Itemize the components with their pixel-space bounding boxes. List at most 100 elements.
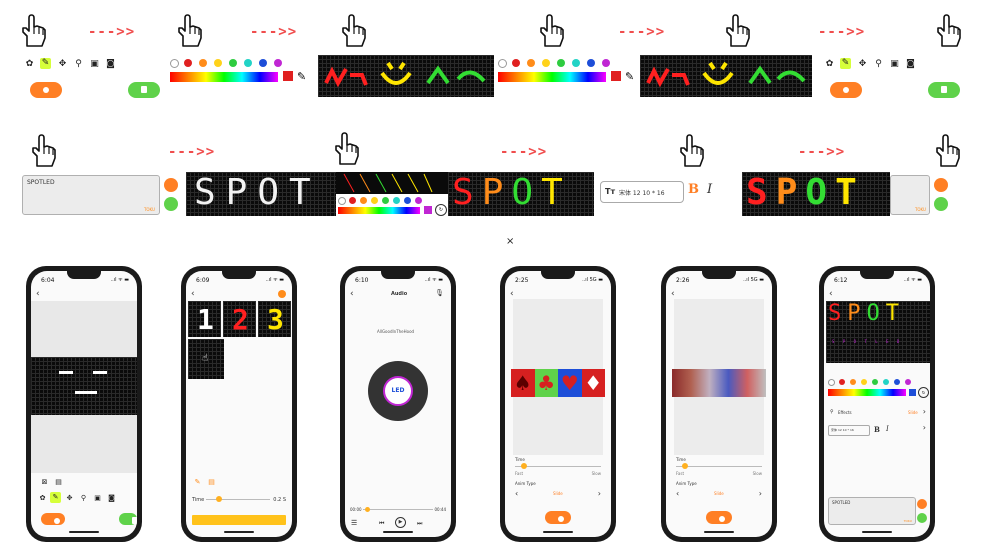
color-swatch[interactable]: [244, 59, 252, 67]
play-icon[interactable]: ▶: [395, 517, 406, 528]
color-swatch[interactable]: [360, 197, 367, 204]
rotate-icon[interactable]: ↻: [435, 204, 447, 216]
color-swatch[interactable]: [905, 379, 911, 385]
eraser-icon[interactable]: ✎: [840, 58, 851, 69]
color-swatch[interactable]: [861, 379, 867, 385]
record-button[interactable]: [164, 178, 178, 192]
color-swatch[interactable]: [557, 59, 565, 67]
back-icon[interactable]: ‹: [36, 289, 40, 299]
next-icon[interactable]: ⏭: [417, 520, 422, 528]
close-icon[interactable]: ×: [506, 236, 514, 247]
chevron-right-icon[interactable]: ›: [923, 423, 926, 432]
color-swatch[interactable]: [338, 197, 346, 205]
save-button[interactable]: [917, 513, 927, 523]
speed-slider[interactable]: [676, 466, 762, 467]
camera-icon[interactable]: ◙: [905, 59, 916, 70]
text-input[interactable]: TOKU: [890, 175, 930, 215]
save-button[interactable]: [928, 82, 960, 98]
color-spectrum-slider[interactable]: [498, 72, 606, 82]
color-swatch[interactable]: [393, 197, 400, 204]
palette-icon[interactable]: ✿: [37, 493, 48, 504]
microphone-icon[interactable]: 🎙: [435, 289, 444, 297]
italic-button[interactable]: I: [886, 425, 889, 433]
record-button[interactable]: [545, 511, 571, 524]
color-spectrum-slider[interactable]: [338, 207, 420, 214]
color-spectrum-slider[interactable]: [170, 72, 278, 82]
chevron-left-icon[interactable]: ‹: [676, 489, 679, 498]
color-swatch[interactable]: [404, 197, 411, 204]
text-input[interactable]: SPOTLED TOKU: [22, 175, 160, 215]
chevron-left-icon[interactable]: ‹: [515, 489, 518, 498]
record-button[interactable]: [30, 82, 62, 98]
color-swatch[interactable]: [850, 379, 856, 385]
save-button[interactable]: [192, 515, 286, 525]
image-icon[interactable]: ▣: [889, 59, 900, 70]
back-icon[interactable]: ‹: [350, 289, 354, 299]
move-icon[interactable]: ✥: [57, 59, 68, 70]
slider-thumb[interactable]: [682, 463, 688, 469]
color-swatch[interactable]: [184, 59, 192, 67]
camera-icon[interactable]: ◙: [106, 493, 117, 504]
italic-button[interactable]: I: [707, 182, 712, 197]
color-swatch[interactable]: [371, 197, 378, 204]
camera-icon[interactable]: ◙: [105, 59, 116, 70]
layers-icon[interactable]: ▤: [53, 477, 64, 488]
move-icon[interactable]: ✥: [857, 59, 868, 70]
slider-thumb[interactable]: [216, 496, 222, 502]
text-input[interactable]: SPOTLED TOKU: [828, 497, 916, 525]
color-swatch[interactable]: [199, 59, 207, 67]
back-icon[interactable]: ‹: [191, 289, 195, 299]
font-selector[interactable]: 宋体 12 10 * 16: [828, 425, 870, 436]
color-swatch[interactable]: [839, 379, 845, 385]
previous-icon[interactable]: ⏮: [379, 520, 384, 528]
color-swatch[interactable]: [572, 59, 580, 67]
color-swatch[interactable]: [542, 59, 550, 67]
copy-icon[interactable]: ▤: [206, 477, 217, 488]
color-swatch[interactable]: [527, 59, 535, 67]
grid-icon[interactable]: ⊠: [39, 477, 50, 488]
magnifier-icon[interactable]: ⚲: [873, 59, 884, 70]
palette-icon[interactable]: ✿: [24, 59, 35, 70]
record-button[interactable]: [706, 511, 732, 524]
back-icon[interactable]: ‹: [510, 289, 514, 299]
color-swatch[interactable]: [274, 59, 282, 67]
record-button[interactable]: [934, 178, 948, 192]
color-swatch[interactable]: [894, 379, 900, 385]
record-button[interactable]: [41, 513, 65, 525]
slider-thumb[interactable]: [365, 507, 370, 512]
save-button[interactable]: [934, 197, 948, 211]
playlist-icon[interactable]: ☰: [351, 519, 357, 527]
chevron-right-icon[interactable]: ›: [759, 489, 762, 498]
color-swatch[interactable]: [415, 197, 422, 204]
eyedropper-icon[interactable]: ✎: [297, 70, 306, 83]
add-frame-tile[interactable]: ☝: [188, 339, 224, 379]
font-selector[interactable]: Tт 宋体 12 10 * 16: [600, 181, 684, 203]
slider-thumb[interactable]: [521, 463, 527, 469]
frame-tile[interactable]: 1: [188, 301, 221, 337]
color-swatch[interactable]: [214, 59, 222, 67]
color-swatch[interactable]: [498, 59, 507, 68]
save-button[interactable]: [128, 82, 160, 98]
color-swatch[interactable]: [602, 59, 610, 67]
color-swatch[interactable]: [349, 197, 356, 204]
frame-tile[interactable]: 3: [258, 301, 291, 337]
rotate-icon[interactable]: ↻: [918, 387, 929, 398]
color-swatch[interactable]: [587, 59, 595, 67]
move-icon[interactable]: ✥: [64, 493, 75, 504]
eyedropper-icon[interactable]: ✎: [625, 70, 634, 83]
eraser-icon[interactable]: ✎: [50, 492, 61, 503]
color-swatch[interactable]: [382, 197, 389, 204]
edit-icon[interactable]: ✎: [192, 477, 203, 488]
back-icon[interactable]: ‹: [829, 289, 833, 299]
image-icon[interactable]: ▣: [92, 493, 103, 504]
record-button[interactable]: [830, 82, 862, 98]
palette-icon[interactable]: ✿: [824, 59, 835, 70]
save-button[interactable]: [119, 513, 137, 525]
save-button[interactable]: [164, 197, 178, 211]
color-swatch[interactable]: [512, 59, 520, 67]
image-icon[interactable]: ▣: [89, 59, 100, 70]
color-spectrum-slider[interactable]: [828, 389, 906, 396]
eraser-icon[interactable]: ✎: [40, 58, 51, 69]
chevron-right-icon[interactable]: ›: [923, 407, 926, 416]
chevron-right-icon[interactable]: ›: [598, 489, 601, 498]
